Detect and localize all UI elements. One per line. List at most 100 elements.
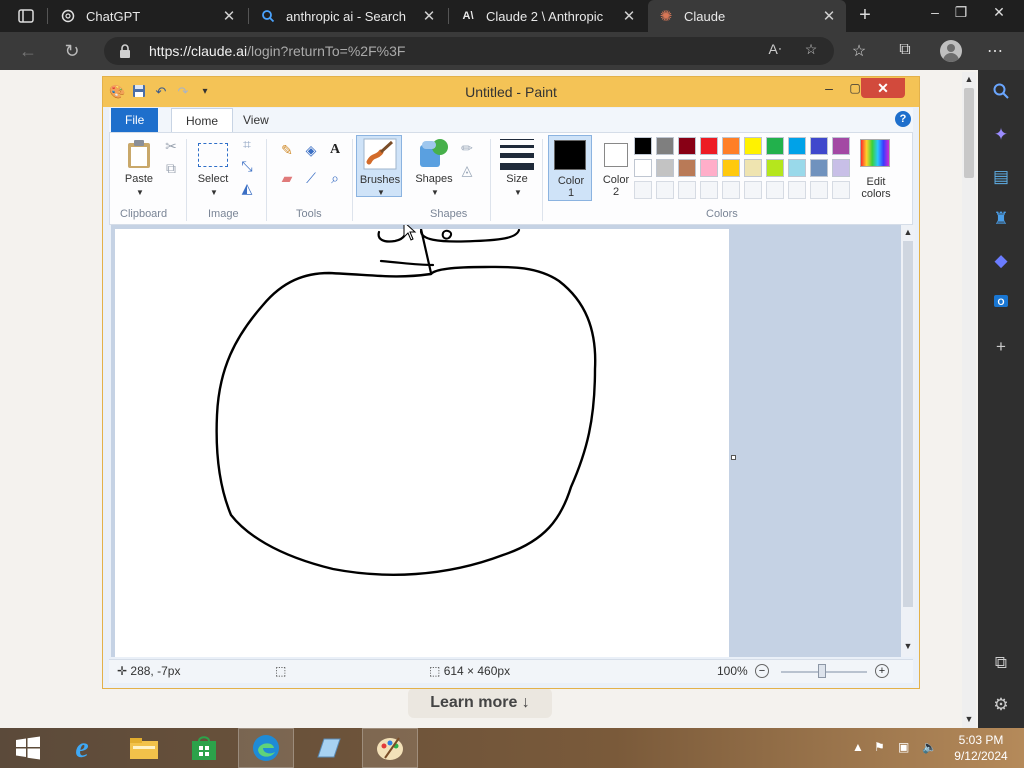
tools-icon[interactable]: ♜ xyxy=(990,208,1012,230)
scroll-down-icon[interactable]: ▼ xyxy=(901,641,915,651)
tab-view[interactable]: View xyxy=(229,108,283,132)
learn-more-button[interactable]: Learn more ↓ xyxy=(408,688,552,718)
scroll-down-icon[interactable]: ▼ xyxy=(962,714,976,724)
brushes-button[interactable]: Brushes ▼ xyxy=(356,135,402,197)
outline-icon[interactable]: ✏ xyxy=(458,139,476,157)
profile-avatar[interactable] xyxy=(940,40,962,62)
start-button[interactable] xyxy=(0,728,56,768)
select-button[interactable]: Select ▼ xyxy=(192,137,234,199)
collections-icon[interactable]: ⧉ xyxy=(894,41,916,61)
palette-color-swatch[interactable] xyxy=(678,137,696,155)
palette-custom-slot[interactable] xyxy=(678,181,696,199)
scroll-thumb[interactable] xyxy=(964,88,974,178)
add-favorite-icon[interactable]: ☆ xyxy=(800,41,822,61)
palette-custom-slot[interactable] xyxy=(766,181,784,199)
close-icon[interactable]: ✕ xyxy=(861,78,905,98)
color1-button[interactable]: Color 1 xyxy=(548,135,592,201)
close-icon[interactable]: ✕ xyxy=(822,7,836,25)
palette-color-swatch[interactable] xyxy=(766,159,784,177)
url-bar[interactable]: https://claude.ai/login?returnTo=%2F%3F … xyxy=(104,37,834,65)
palette-color-swatch[interactable] xyxy=(656,159,674,177)
close-icon[interactable]: ✕ xyxy=(622,7,636,25)
tab-file[interactable]: File xyxy=(111,108,159,132)
palette-custom-slot[interactable] xyxy=(788,181,806,199)
scroll-up-icon[interactable]: ▲ xyxy=(962,74,976,84)
pencil-icon[interactable]: ✎ xyxy=(278,141,296,159)
palette-custom-slot[interactable] xyxy=(810,181,828,199)
rotate-icon[interactable]: ◭ xyxy=(238,179,256,197)
settings-gear-icon[interactable]: ⚙ xyxy=(990,694,1012,716)
fill-bucket-icon[interactable]: ◈ xyxy=(302,141,320,159)
internet-explorer-icon[interactable]: e xyxy=(54,728,110,768)
size-button[interactable]: Size ▼ xyxy=(496,137,538,199)
tab-actions-icon[interactable] xyxy=(8,4,44,28)
magnifier-icon[interactable]: ⌕ xyxy=(326,169,344,187)
sidebar-layout-icon[interactable]: ⧉ xyxy=(990,652,1012,674)
palette-color-swatch[interactable] xyxy=(700,137,718,155)
eraser-icon[interactable]: ▰ xyxy=(278,169,296,187)
close-icon[interactable]: ✕ xyxy=(222,7,236,25)
drawing-canvas[interactable] xyxy=(115,225,729,657)
edge-browser-icon[interactable] xyxy=(238,728,294,768)
refresh-icon[interactable]: ↻ xyxy=(60,40,84,62)
zoom-in-icon[interactable]: + xyxy=(875,664,889,678)
palette-custom-slot[interactable] xyxy=(722,181,740,199)
color2-button[interactable]: Color 2 xyxy=(594,135,638,201)
palette-color-swatch[interactable] xyxy=(722,159,740,177)
shopping-icon[interactable]: ▤ xyxy=(990,166,1012,188)
network-icon[interactable]: ▣ xyxy=(898,740,909,754)
palette-color-swatch[interactable] xyxy=(656,137,674,155)
palette-custom-slot[interactable] xyxy=(634,181,652,199)
volume-muted-icon[interactable]: 🔈 xyxy=(922,740,937,754)
notepad-app-icon[interactable] xyxy=(300,728,356,768)
scroll-thumb[interactable] xyxy=(903,241,913,607)
new-tab-icon[interactable]: + xyxy=(853,4,877,28)
edit-colors-button[interactable]: Edit colors xyxy=(854,137,898,203)
favorites-icon[interactable]: ☆ xyxy=(848,41,870,61)
tab-home[interactable]: Home xyxy=(171,108,234,132)
search-icon[interactable] xyxy=(990,82,1012,104)
scroll-up-icon[interactable]: ▲ xyxy=(901,227,915,237)
canvas-resize-handle[interactable] xyxy=(731,455,736,460)
tab-claude-2-anthropic[interactable]: A\ Claude 2 \ Anthropic ✕ xyxy=(450,0,646,32)
read-aloud-icon[interactable]: Aᐧ xyxy=(764,41,786,61)
palette-color-swatch[interactable] xyxy=(744,137,762,155)
palette-color-swatch[interactable] xyxy=(788,159,806,177)
outlook-icon[interactable]: O xyxy=(990,292,1012,314)
palette-color-swatch[interactable] xyxy=(832,159,850,177)
palette-custom-slot[interactable] xyxy=(656,181,674,199)
paste-button[interactable]: Paste ▼ xyxy=(118,137,160,199)
palette-color-swatch[interactable] xyxy=(744,159,762,177)
paint-taskbar-icon[interactable] xyxy=(362,728,418,768)
store-icon[interactable] xyxy=(176,728,232,768)
palette-custom-slot[interactable] xyxy=(744,181,762,199)
copilot-sparkle-icon[interactable]: ✦ xyxy=(990,124,1012,146)
restore-icon[interactable]: ❐ xyxy=(946,2,976,24)
cut-icon[interactable]: ✂ xyxy=(162,137,180,155)
taskbar-clock[interactable]: 5:03 PM 9/12/2024 xyxy=(948,732,1014,764)
shapes-button[interactable]: Shapes ▼ xyxy=(412,137,456,199)
color-picker-icon[interactable]: ⟋ xyxy=(302,169,320,187)
close-window-icon[interactable]: ✕ xyxy=(984,2,1014,24)
file-explorer-icon[interactable] xyxy=(116,728,172,768)
zoom-out-icon[interactable]: − xyxy=(755,664,769,678)
copy-icon[interactable]: ⧉ xyxy=(162,159,180,177)
palette-color-swatch[interactable] xyxy=(788,137,806,155)
back-icon[interactable]: ← xyxy=(16,40,40,62)
add-sidebar-app-icon[interactable]: + xyxy=(990,336,1012,358)
palette-color-swatch[interactable] xyxy=(832,137,850,155)
text-tool-icon[interactable]: A xyxy=(326,141,344,159)
palette-color-swatch[interactable] xyxy=(810,159,828,177)
palette-color-swatch[interactable] xyxy=(766,137,784,155)
games-icon[interactable]: ◆ xyxy=(990,250,1012,272)
tab-claude[interactable]: ✺ Claude ✕ xyxy=(648,0,846,32)
canvas-vertical-scrollbar[interactable]: ▲ ▼ xyxy=(901,225,915,657)
tab-chatgpt[interactable]: ChatGPT ✕ xyxy=(50,0,246,32)
palette-color-swatch[interactable] xyxy=(810,137,828,155)
palette-color-swatch[interactable] xyxy=(678,159,696,177)
action-center-flag-icon[interactable]: ⚑ xyxy=(874,740,885,754)
show-hidden-icons-icon[interactable]: ▲ xyxy=(852,740,864,754)
zoom-slider-thumb[interactable] xyxy=(818,664,826,678)
crop-icon[interactable]: ⌗ xyxy=(238,135,256,153)
resize-icon[interactable]: ⤡ xyxy=(238,157,256,175)
